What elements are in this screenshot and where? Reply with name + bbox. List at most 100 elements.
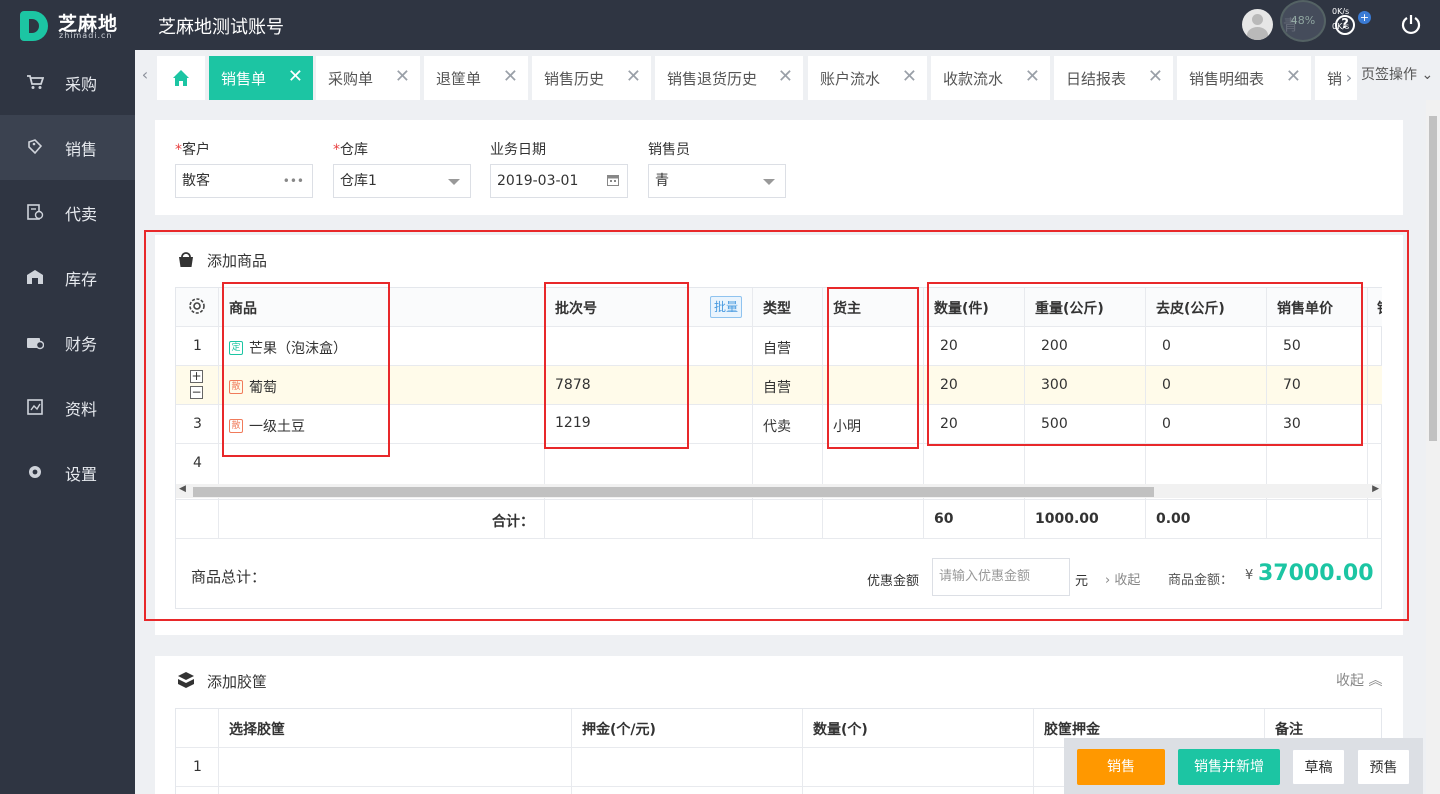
tab-account-flow[interactable]: 账户流水 ✕ xyxy=(808,56,927,100)
salesman-label: 销售员 xyxy=(648,142,690,158)
account-title: 芝麻地测试账号 xyxy=(158,17,284,38)
date-input[interactable]: 2019-03-01 xyxy=(490,164,628,198)
sell-and-new-button[interactable]: 销售并新增 xyxy=(1178,749,1280,785)
tab-purchase-order[interactable]: 采购单 ✕ xyxy=(316,56,420,100)
sidebar-item-data[interactable]: 资料 xyxy=(0,375,135,440)
highlight-batch-column xyxy=(544,282,689,449)
warehouse-value: 仓库1 xyxy=(340,173,377,189)
chevron-down-icon xyxy=(448,179,460,185)
tab-home[interactable] xyxy=(157,56,205,100)
close-icon[interactable]: ✕ xyxy=(902,66,917,87)
chevron-down-icon xyxy=(763,179,775,185)
network-usage: 48% xyxy=(1280,0,1326,42)
help-icon[interactable]: ? xyxy=(1335,15,1355,35)
close-icon[interactable]: ✕ xyxy=(288,66,303,87)
header-crate-qty: 数量(个) xyxy=(813,722,868,738)
logo-subtext: zhimadi.cn xyxy=(59,31,113,40)
tab-daily-report[interactable]: 日结报表 ✕ xyxy=(1054,56,1173,100)
header-deposit: 押金(个/元) xyxy=(582,722,656,738)
tab-label: 退筐单 xyxy=(436,70,482,88)
header-remark: 备注 xyxy=(1275,722,1303,738)
collapse-label: 收起 xyxy=(1336,673,1364,689)
date-value: 2019-03-01 xyxy=(497,173,579,189)
tab-truncated[interactable]: 销 xyxy=(1315,56,1341,100)
warehouse-select[interactable]: 仓库1 xyxy=(333,164,471,198)
highlight-quantity-columns xyxy=(927,282,1363,446)
tab-bar: ‹ 销售单 ✕ 采购单 ✕ 退筐单 ✕ 销售历史 ✕ 销售退货历史 ✕ 账户流水… xyxy=(135,50,1440,100)
close-icon[interactable]: ✕ xyxy=(626,66,641,87)
tab-label: 销售历史 xyxy=(544,70,605,88)
salesman-select[interactable]: 青 xyxy=(648,164,786,198)
cart-icon xyxy=(26,74,45,90)
order-form-panel: *客户 散客 ••• *仓库 仓库1 业务日期 2019-03-01 销售员 青 xyxy=(155,120,1403,215)
sidebar-item-consign[interactable]: 代卖 xyxy=(0,180,135,245)
customer-input[interactable]: 散客 ••• xyxy=(175,164,313,198)
sidebar-item-label: 采购 xyxy=(65,75,98,94)
tab-sales-history[interactable]: 销售历史 ✕ xyxy=(532,56,651,100)
salesman-value: 青 xyxy=(655,173,669,189)
sell-button[interactable]: 销售 xyxy=(1077,749,1165,785)
sidebar-item-label: 资料 xyxy=(65,400,98,419)
power-icon[interactable] xyxy=(1400,13,1422,35)
logo-icon xyxy=(20,11,48,41)
header-crate-deposit: 胶筐押金 xyxy=(1044,722,1100,738)
crate-collapse-toggle[interactable]: 收起 ︽ xyxy=(1336,670,1382,690)
close-icon[interactable]: ✕ xyxy=(1025,66,1040,87)
required-mark: * xyxy=(175,142,182,158)
tab-ops-label: 页签操作 xyxy=(1361,67,1417,83)
tab-label: 账户流水 xyxy=(820,70,881,88)
close-icon[interactable]: ✕ xyxy=(778,66,793,87)
tab-receipt-flow[interactable]: 收款流水 ✕ xyxy=(931,56,1050,100)
plus-icon[interactable]: + xyxy=(1358,11,1371,24)
logo[interactable]: 芝麻地 zhimadi.cn xyxy=(18,10,128,42)
draft-button[interactable]: 草稿 xyxy=(1292,749,1345,785)
required-mark: * xyxy=(333,142,340,158)
highlight-owner-column xyxy=(827,287,919,449)
tab-label: 销 xyxy=(1327,70,1341,88)
col-divider xyxy=(802,709,803,794)
chevron-down-icon: ⌄ xyxy=(1421,67,1434,83)
tab-scroll-right-icon[interactable]: › xyxy=(1341,56,1357,100)
tab-label: 收款流水 xyxy=(943,70,1004,88)
action-bar: 销售 销售并新增 草稿 预售 xyxy=(1064,738,1423,794)
sale-icon xyxy=(26,139,44,155)
presale-button[interactable]: 预售 xyxy=(1357,749,1410,785)
close-icon[interactable]: ✕ xyxy=(503,66,518,87)
consign-icon xyxy=(26,204,44,220)
sidebar-item-purchase[interactable]: 采购 xyxy=(0,50,135,115)
close-icon[interactable]: ✕ xyxy=(1148,66,1163,87)
customer-value: 散客 xyxy=(182,173,210,189)
page-vertical-scrollbar[interactable] xyxy=(1426,100,1440,794)
data-icon xyxy=(26,399,44,415)
calendar-icon[interactable] xyxy=(607,166,619,198)
crate-section-title: 添加胶筐 xyxy=(207,673,268,691)
tab-label: 日结报表 xyxy=(1066,70,1127,88)
sidebar: 采购 销售 代卖 库存 财务 资料 设置 xyxy=(0,50,135,794)
close-icon[interactable]: ✕ xyxy=(395,66,410,87)
sidebar-item-label: 设置 xyxy=(65,465,98,484)
sidebar-item-inventory[interactable]: 库存 xyxy=(0,245,135,310)
tab-crate-return[interactable]: 退筐单 ✕ xyxy=(424,56,528,100)
tab-label: 销售退货历史 xyxy=(667,70,758,88)
tab-sales-order[interactable]: 销售单 ✕ xyxy=(209,56,313,100)
tab-label: 采购单 xyxy=(328,70,374,88)
gear-icon xyxy=(26,464,44,480)
sidebar-item-settings[interactable]: 设置 xyxy=(0,440,135,505)
more-icon[interactable]: ••• xyxy=(283,165,304,197)
avatar[interactable] xyxy=(1242,9,1273,40)
header-select-crate: 选择胶筐 xyxy=(229,722,285,738)
tab-sales-detail[interactable]: 销售明细表 ✕ xyxy=(1177,56,1311,100)
tab-scroll-left-icon[interactable]: ‹ xyxy=(135,50,155,100)
tab-label: 销售明细表 xyxy=(1189,70,1265,88)
scrollbar-thumb[interactable] xyxy=(1429,116,1437,441)
sidebar-item-label: 销售 xyxy=(65,140,98,159)
sidebar-item-finance[interactable]: 财务 xyxy=(0,310,135,375)
sidebar-item-sales[interactable]: 销售 xyxy=(0,115,135,180)
close-icon[interactable]: ✕ xyxy=(1286,66,1301,87)
chevron-up-icon: ︽ xyxy=(1368,673,1383,689)
tab-operations-menu[interactable]: 页签操作 ⌄ xyxy=(1357,56,1440,100)
warehouse-label-text: 仓库 xyxy=(340,142,368,158)
crate-icon xyxy=(177,671,195,689)
tab-sales-return-history[interactable]: 销售退货历史 ✕ xyxy=(655,56,803,100)
finance-icon xyxy=(26,334,45,350)
